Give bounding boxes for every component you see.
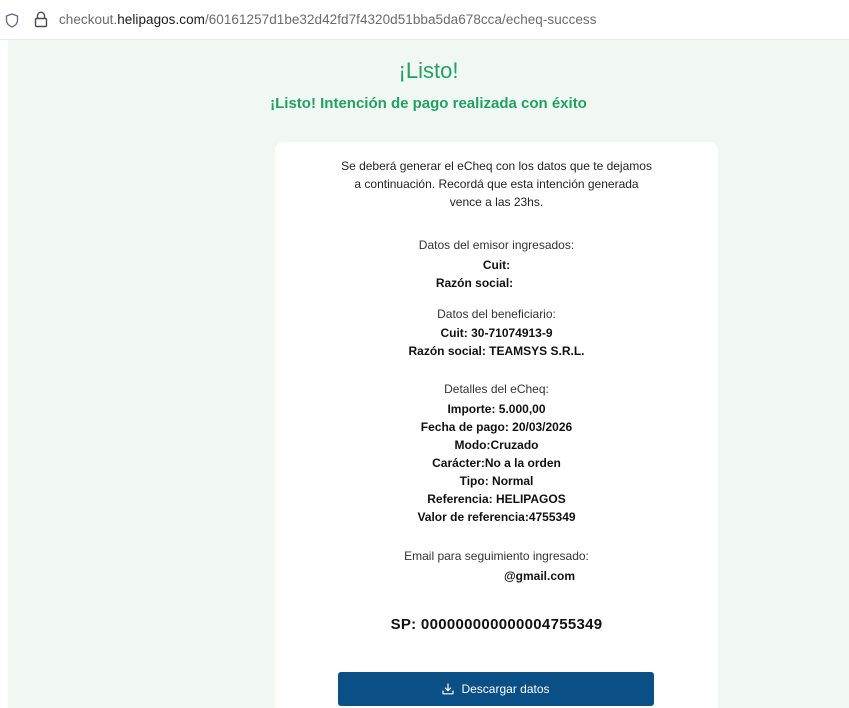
- url-text[interactable]: checkout.helipagos.com/60161257d1be32d42…: [59, 12, 597, 27]
- echeq-importe: Importe: 5.000,00: [447, 402, 546, 416]
- echeq-referencia: Referencia: HELIPAGOS: [427, 492, 566, 506]
- echeq-modo: Modo:Cruzado: [454, 438, 539, 452]
- page-title: ¡Listo!: [398, 58, 459, 83]
- emisor-razon-social: Razón social:: [435, 276, 514, 290]
- intro-line: vence a las 23hs.: [449, 195, 544, 209]
- email-section-label: Email para seguimiento ingresado:: [404, 549, 589, 563]
- download-button-label: Descargar datos: [461, 682, 550, 696]
- page-content: ¡Listo! ¡Listo! Intención de pago realiz…: [8, 40, 849, 708]
- echeq-valor-referencia: Valor de referencia:4755349: [417, 510, 576, 524]
- echeq-fecha-pago: Fecha de pago: 20/03/2026: [420, 420, 573, 434]
- echeq-tipo: Tipo: Normal: [459, 474, 534, 488]
- echeq-section-label: Detalles del eCheq:: [444, 382, 549, 396]
- echeq-details-card: Se deberá generar el eCheq con los datos…: [275, 142, 718, 708]
- beneficiario-cuit: Cuit: 30-71074913-9: [440, 326, 553, 340]
- url-domain: helipagos.com: [117, 12, 205, 27]
- url-prefix: checkout.: [59, 12, 118, 27]
- intro-line: Se deberá generar el eCheq con los datos…: [341, 159, 652, 173]
- download-data-button[interactable]: Descargar datos: [338, 672, 654, 706]
- lock-icon[interactable]: [34, 11, 48, 28]
- intro-line: a continuación. Recordá que esta intenci…: [354, 177, 639, 191]
- shield-icon[interactable]: [5, 13, 19, 28]
- sp-code: SP: 000000000000004755349: [390, 616, 603, 633]
- browser-url-bar[interactable]: checkout.helipagos.com/60161257d1be32d42…: [0, 0, 849, 40]
- beneficiario-section-label: Datos del beneficiario:: [437, 307, 556, 321]
- download-icon: [442, 683, 455, 695]
- email-value: @gmail.com: [503, 569, 576, 583]
- intro-text: Se deberá generar el eCheq con los datos…: [275, 157, 718, 211]
- echeq-caracter: Carácter:No a la orden: [432, 456, 561, 470]
- emisor-cuit: Cuit:: [482, 258, 511, 272]
- beneficiario-razon-social: Razón social: TEAMSYS S.R.L.: [408, 344, 585, 358]
- url-path: /60161257d1be32d42fd7f4320d51bba5da678cc…: [204, 12, 597, 27]
- emisor-section-label: Datos del emisor ingresados:: [418, 238, 575, 252]
- page-subtitle: ¡Listo! Intención de pago realizada con …: [270, 95, 587, 112]
